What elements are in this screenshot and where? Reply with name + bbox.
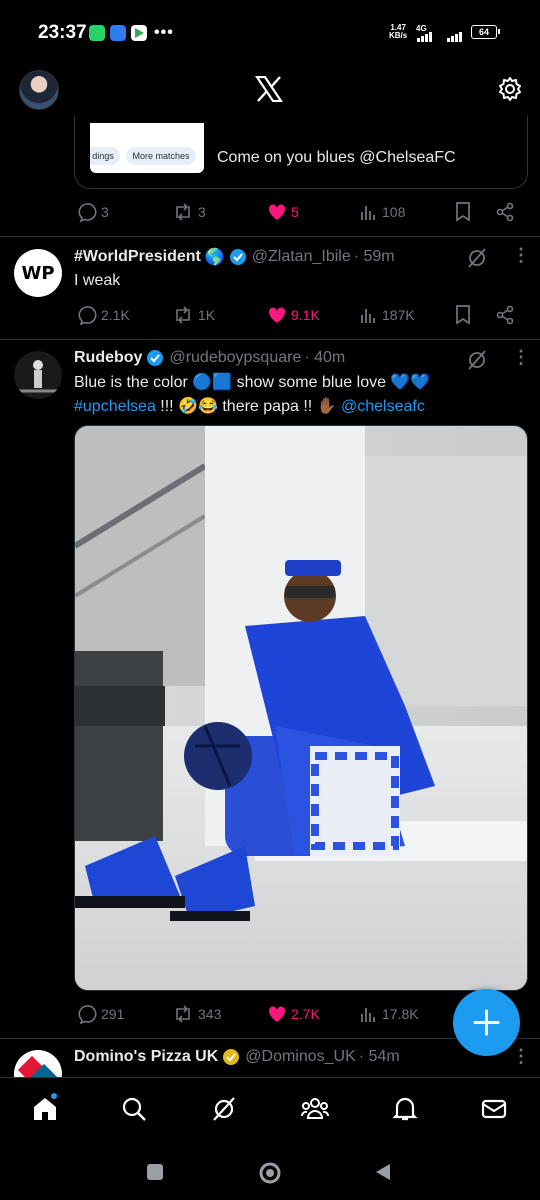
- battery-icon: 64: [471, 25, 497, 39]
- gold-verified-badge-icon: [223, 1049, 240, 1065]
- repost-button[interactable]: 1K: [172, 303, 215, 327]
- grok-icon[interactable]: [466, 247, 488, 269]
- handle[interactable]: @Zlatan_Ibile: [252, 248, 351, 266]
- tweet-avatar[interactable]: WP: [14, 249, 62, 297]
- globe-emoji: 🌎: [204, 249, 225, 266]
- svg-text:WP: WP: [21, 263, 54, 284]
- reply-button[interactable]: 2.1K: [77, 303, 130, 327]
- share-icon[interactable]: [495, 305, 515, 325]
- tweet-actions: 2.1K 1K 9.1K 187K: [77, 303, 517, 327]
- back-icon[interactable]: [374, 1163, 392, 1181]
- repost-icon: [176, 1005, 190, 1023]
- quoted-tweet-thumbnail: dings More matches: [90, 123, 204, 173]
- like-button[interactable]: 9.1K: [267, 303, 320, 327]
- handle[interactable]: @rudeboypsquare: [169, 349, 301, 367]
- views-button[interactable]: 108: [360, 200, 405, 224]
- more-options-icon[interactable]: ⋮: [512, 245, 530, 266]
- tweet-text-line-1: Blue is the color 🔵🟦 show some blue love…: [74, 374, 431, 391]
- display-name[interactable]: #WorldPresident: [74, 248, 201, 266]
- tweet-actions: 291 343 2.7K 17.8K: [77, 1002, 517, 1026]
- system-navigation-bar: [0, 1140, 540, 1200]
- unread-indicator: [51, 1093, 57, 1099]
- quoted-tweet-text: Come on you blues @ChelseaFC: [217, 149, 456, 166]
- display-name[interactable]: Rudeboy: [74, 349, 142, 367]
- grok-icon[interactable]: [211, 1096, 237, 1122]
- bookmark-icon[interactable]: [455, 305, 471, 325]
- reply-icon: [78, 1005, 97, 1024]
- views-button[interactable]: 17.8K: [360, 1002, 419, 1026]
- network-speed: 1.47 KB/s: [389, 23, 408, 40]
- notification-icons: •••: [89, 24, 174, 42]
- signal-icon: [417, 32, 462, 42]
- tweet-text: Blue is the color 🔵🟦 show some blue love…: [74, 371, 524, 419]
- tweet-header: #WorldPresident 🌎 @Zlatan_Ibile · 59m: [74, 247, 395, 267]
- handle[interactable]: @Dominos_UK: [245, 1048, 356, 1066]
- divider: [0, 236, 540, 237]
- tweet-header: Rudeboy @rudeboypsquare · 40m: [74, 349, 345, 367]
- home-icon[interactable]: [32, 1096, 58, 1122]
- gear-icon[interactable]: [497, 76, 523, 102]
- play-store-icon: [131, 25, 147, 41]
- more-options-icon[interactable]: ⋮: [512, 347, 530, 368]
- share-icon[interactable]: [495, 202, 515, 222]
- reply-icon: [78, 203, 97, 222]
- repost-icon: [176, 203, 190, 221]
- views-button[interactable]: 187K: [360, 303, 415, 327]
- plus-icon: [473, 1009, 500, 1036]
- heart-icon: [268, 204, 286, 220]
- timestamp: · 59m: [353, 248, 395, 265]
- home-button-icon[interactable]: [258, 1161, 282, 1185]
- repost-button[interactable]: 3: [172, 200, 206, 224]
- reply-button[interactable]: 291: [77, 1002, 124, 1026]
- divider: [0, 339, 540, 340]
- bookmark-icon[interactable]: [455, 202, 471, 222]
- like-button[interactable]: 5: [267, 200, 299, 224]
- verified-badge-icon: [229, 249, 246, 265]
- heart-icon: [268, 307, 286, 323]
- timestamp: · 54m: [358, 1048, 400, 1065]
- tweet-text-line-2: #upchelsea !!! 🤣😂 there papa !! ✋🏾 @chel…: [74, 398, 425, 415]
- reply-icon: [78, 306, 97, 325]
- compose-button[interactable]: [453, 989, 520, 1056]
- heart-icon: [268, 1006, 286, 1022]
- tweet-header: Domino's Pizza UK @Dominos_UK · 54m: [74, 1048, 400, 1066]
- quote-pill-left: dings: [90, 147, 120, 165]
- status-time: 23:37: [38, 22, 87, 43]
- battery-tip: [498, 29, 500, 34]
- timestamp: · 40m: [304, 349, 346, 366]
- like-button[interactable]: 2.7K: [267, 1002, 320, 1026]
- tweet-actions: 3 3 5 108: [77, 200, 517, 224]
- display-name[interactable]: Domino's Pizza UK: [74, 1048, 218, 1066]
- grok-icon[interactable]: [466, 349, 488, 371]
- notifications-icon[interactable]: [392, 1096, 418, 1122]
- hashtag-link[interactable]: #upchelsea: [74, 398, 156, 415]
- bottom-nav: [0, 1077, 540, 1141]
- communities-icon[interactable]: [301, 1096, 329, 1122]
- more-notifications: •••: [154, 24, 174, 41]
- profile-avatar[interactable]: [19, 70, 59, 110]
- whatsapp-icon: [89, 25, 105, 41]
- recents-icon[interactable]: [146, 1163, 164, 1181]
- mention-link[interactable]: @chelseafc: [341, 398, 425, 415]
- tweet-avatar[interactable]: [14, 351, 62, 399]
- repost-button[interactable]: 343: [172, 1002, 221, 1026]
- tweet-text: I weak: [74, 272, 121, 289]
- x-logo-icon[interactable]: [255, 76, 283, 102]
- repost-icon: [176, 306, 190, 324]
- views-icon: [361, 206, 375, 220]
- search-icon[interactable]: [121, 1096, 147, 1122]
- quote-pill-more-matches: More matches: [126, 147, 196, 165]
- messages-icon[interactable]: [481, 1096, 507, 1122]
- views-icon: [361, 309, 375, 323]
- verified-badge-icon: [147, 350, 164, 366]
- app-store-icon: [110, 25, 126, 41]
- reply-button[interactable]: 3: [77, 200, 109, 224]
- views-icon: [361, 1008, 375, 1022]
- status-bar: 23:37 ••• 1.47 KB/s 4G 64: [0, 0, 540, 62]
- tweet-photo[interactable]: [74, 425, 528, 991]
